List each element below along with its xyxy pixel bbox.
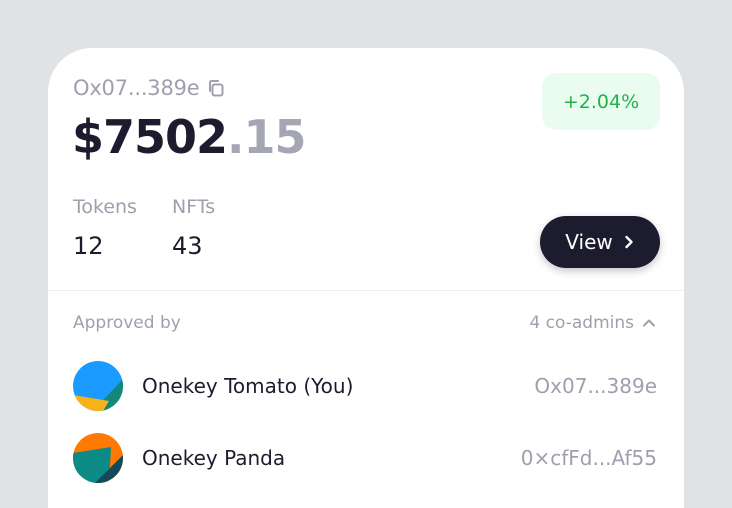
chevron-right-icon: [623, 230, 635, 254]
admin-name: Onekey Tomato (You): [142, 374, 354, 398]
chevron-up-icon: [642, 313, 656, 333]
balance-amount: $7502.15: [72, 110, 307, 164]
change-value: +2.04%: [562, 90, 640, 113]
stat-tokens: Tokens 12: [73, 196, 137, 260]
approved-by-label: Approved by: [73, 313, 181, 333]
stat-tokens-label: Tokens: [73, 196, 137, 218]
list-item[interactable]: Onekey Tomato (You) Ox07...389e: [73, 361, 657, 411]
coadmins-count: 4 co-admins: [529, 313, 634, 333]
view-button[interactable]: View: [540, 216, 660, 268]
copy-icon[interactable]: [206, 78, 226, 98]
stat-nfts-label: NFTs: [172, 196, 216, 218]
avatar: [73, 433, 123, 483]
admin-name: Onekey Panda: [142, 446, 286, 470]
wallet-address-row[interactable]: Ox07...389e: [73, 76, 226, 100]
wallet-address: Ox07...389e: [73, 76, 200, 100]
admin-address: 0×cfFd...Af55: [520, 446, 657, 470]
list-item[interactable]: Onekey Panda 0×cfFd...Af55: [73, 433, 657, 483]
balance-whole: $7502: [72, 110, 228, 164]
stat-nfts-value: 43: [172, 232, 203, 260]
stat-tokens-value: 12: [73, 232, 104, 260]
coadmins-toggle[interactable]: 4 co-admins: [529, 313, 656, 333]
divider: [48, 290, 684, 291]
avatar: [73, 361, 123, 411]
wallet-card: Ox07...389e $7502.15 +2.04% Tokens 12 NF…: [48, 48, 684, 508]
stat-nfts: NFTs 43: [172, 196, 215, 260]
change-badge: +2.04%: [542, 73, 660, 130]
admin-address: Ox07...389e: [534, 374, 657, 398]
view-button-label: View: [565, 230, 613, 254]
balance-decimal: .15: [227, 110, 306, 164]
